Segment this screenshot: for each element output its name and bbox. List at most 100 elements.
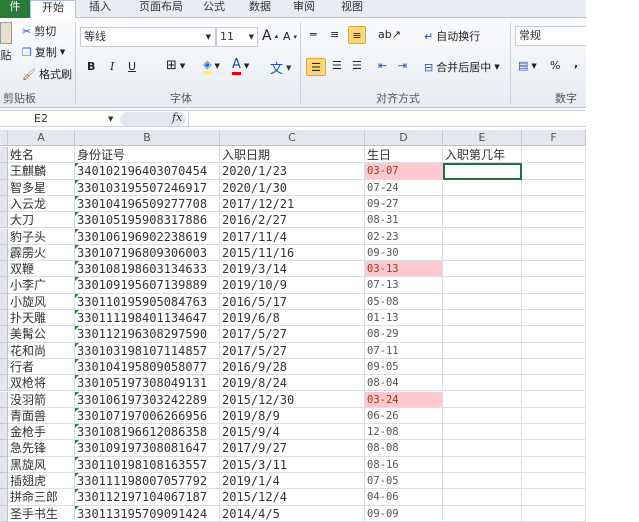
- years-cell[interactable]: [443, 212, 522, 229]
- birthday-cell[interactable]: 08-04: [365, 375, 443, 392]
- name-cell[interactable]: 圣手书生: [8, 505, 75, 522]
- name-cell[interactable]: 没羽箭: [8, 391, 75, 408]
- name-cell[interactable]: 黑旋风: [8, 456, 75, 473]
- hire-date-cell[interactable]: 2019/1/4: [220, 473, 365, 490]
- font-name-select[interactable]: 等线 ▼: [80, 27, 216, 47]
- row-header[interactable]: [0, 440, 8, 457]
- align-bottom-button[interactable]: ≡: [348, 26, 366, 44]
- years-cell[interactable]: [443, 310, 522, 327]
- name-cell[interactable]: 小李广: [8, 277, 75, 294]
- cell[interactable]: [522, 310, 586, 327]
- tab-file[interactable]: 件: [0, 0, 30, 18]
- years-cell[interactable]: [443, 326, 522, 343]
- number-format-select[interactable]: 常规: [515, 26, 586, 46]
- increase-font-size-button[interactable]: A ▴: [262, 28, 278, 44]
- row-header[interactable]: [0, 473, 8, 490]
- id-number-cell[interactable]: 330105195908317886: [75, 212, 220, 229]
- hire-date-cell[interactable]: 2017/5/27: [220, 326, 365, 343]
- birthday-cell[interactable]: 12-08: [365, 424, 443, 441]
- column-header-E[interactable]: E: [443, 130, 522, 146]
- birthday-cell[interactable]: 03-13: [365, 261, 443, 278]
- name-cell[interactable]: 王麒麟: [8, 163, 75, 180]
- hire-date-cell[interactable]: 2014/4/5: [220, 505, 365, 522]
- hire-date-cell[interactable]: 2017/5/27: [220, 342, 365, 359]
- years-cell[interactable]: [443, 342, 522, 359]
- hire-date-cell[interactable]: 2015/3/11: [220, 456, 365, 473]
- borders-button[interactable]: ⊞ ▼: [166, 58, 185, 73]
- years-cell[interactable]: [443, 440, 522, 457]
- phonetic-button[interactable]: 文 ▼: [270, 58, 291, 77]
- row-header[interactable]: [0, 391, 8, 408]
- header-cell[interactable]: 姓名: [8, 147, 75, 164]
- years-cell[interactable]: [443, 261, 522, 278]
- name-cell[interactable]: 双鞭: [8, 261, 75, 278]
- hire-date-cell[interactable]: 2015/12/30: [220, 391, 365, 408]
- birthday-cell[interactable]: 02-23: [365, 228, 443, 245]
- align-left-button[interactable]: ☰: [306, 58, 326, 76]
- tab-formulas[interactable]: 公式: [196, 0, 232, 18]
- birthday-cell[interactable]: 09-27: [365, 195, 443, 213]
- row-header[interactable]: [0, 147, 8, 164]
- birthday-cell[interactable]: 06-26: [365, 407, 443, 425]
- id-number-cell[interactable]: 330111198401134647: [75, 310, 220, 327]
- cell[interactable]: [522, 326, 586, 343]
- birthday-cell[interactable]: 07-05: [365, 473, 443, 490]
- row-header[interactable]: [0, 163, 8, 180]
- years-cell[interactable]: [443, 163, 522, 180]
- cell[interactable]: [522, 424, 586, 441]
- hire-date-cell[interactable]: 2016/2/27: [220, 212, 365, 229]
- row-header[interactable]: [0, 326, 8, 343]
- id-number-cell[interactable]: 330108196612086358: [75, 424, 220, 441]
- name-cell[interactable]: 行者: [8, 358, 75, 376]
- column-header-C[interactable]: C: [220, 130, 365, 146]
- align-top-button[interactable]: ═: [310, 28, 317, 41]
- hire-date-cell[interactable]: 2020/1/30: [220, 179, 365, 196]
- font-color-button[interactable]: A ▼: [232, 57, 249, 75]
- birthday-cell[interactable]: 01-13: [365, 310, 443, 327]
- years-cell[interactable]: [443, 358, 522, 376]
- copy-button[interactable]: ❐ 复制 ▼: [22, 44, 65, 60]
- decrease-font-size-button[interactable]: A ▾: [283, 30, 297, 43]
- hire-date-cell[interactable]: 2020/1/23: [220, 163, 365, 180]
- accounting-format-button[interactable]: ▤ ▼: [518, 59, 537, 72]
- years-cell[interactable]: [443, 407, 522, 425]
- name-box[interactable]: E2 ▼: [0, 111, 118, 127]
- years-cell[interactable]: [443, 391, 522, 408]
- name-cell[interactable]: 拼命三郎: [8, 489, 75, 506]
- cell[interactable]: [522, 407, 586, 425]
- name-cell[interactable]: 双枪将: [8, 375, 75, 392]
- birthday-cell[interactable]: 07-11: [365, 342, 443, 359]
- cell[interactable]: [522, 505, 586, 522]
- align-middle-button[interactable]: ≡: [330, 28, 339, 41]
- id-number-cell[interactable]: 340102196403070454: [75, 163, 220, 180]
- years-cell[interactable]: [443, 456, 522, 473]
- fill-color-button[interactable]: ◈ ▼: [203, 58, 220, 74]
- years-cell[interactable]: [443, 473, 522, 490]
- name-cell[interactable]: 豹子头: [8, 228, 75, 245]
- cell[interactable]: [522, 244, 586, 262]
- hire-date-cell[interactable]: 2019/8/24: [220, 375, 365, 392]
- row-header[interactable]: [0, 277, 8, 294]
- hire-date-cell[interactable]: 2019/3/14: [220, 261, 365, 278]
- merge-center-button[interactable]: ⊟ 合并后居中 ▼: [424, 59, 500, 75]
- cell[interactable]: [522, 163, 586, 180]
- name-cell[interactable]: 大刀: [8, 212, 75, 229]
- cell[interactable]: [522, 440, 586, 457]
- row-header[interactable]: [0, 195, 8, 213]
- underline-button[interactable]: U: [128, 60, 136, 73]
- comma-button[interactable]: ,: [574, 57, 578, 70]
- id-number-cell[interactable]: 330107197006266956: [75, 407, 220, 425]
- id-number-cell[interactable]: 330104195809058077: [75, 358, 220, 376]
- birthday-cell[interactable]: 08-08: [365, 440, 443, 457]
- name-cell[interactable]: 扑天雕: [8, 310, 75, 327]
- cell[interactable]: [522, 179, 586, 196]
- formula-input[interactable]: [188, 111, 586, 127]
- name-cell[interactable]: 插翅虎: [8, 473, 75, 490]
- select-all-corner[interactable]: [0, 130, 8, 146]
- column-header-A[interactable]: A: [8, 130, 75, 146]
- cell[interactable]: [522, 195, 586, 213]
- birthday-cell[interactable]: 04-06: [365, 489, 443, 506]
- hire-date-cell[interactable]: 2017/12/21: [220, 195, 365, 213]
- row-header[interactable]: [0, 375, 8, 392]
- birthday-cell[interactable]: 08-16: [365, 456, 443, 473]
